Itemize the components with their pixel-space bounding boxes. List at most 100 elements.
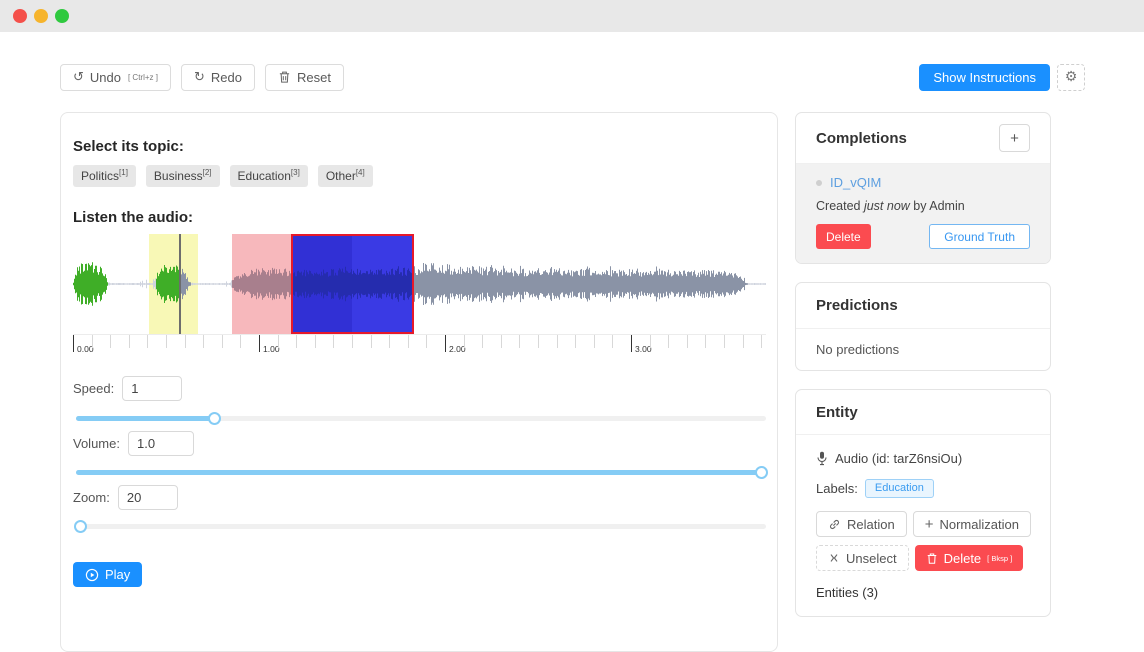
redo-icon: ↻ [194,70,205,85]
predictions-card: Predictions No predictions [795,282,1051,371]
ruler-minor-tick [743,335,744,348]
toolbar: ↺ Undo[ Ctrl+z ] ↻ Redo Reset Show Instr… [60,63,1085,91]
choice-education[interactable]: Education[3] [230,165,308,187]
window-titlebar [0,0,1144,32]
completion-bullet [816,180,822,186]
topic-prompt: Select its topic: [73,138,184,155]
ruler-minor-tick [166,335,167,348]
topic-choices: Politics[1] Business[2] Education[3] Oth… [73,165,373,187]
labels-caption: Labels: [816,481,858,496]
link-icon [828,518,841,531]
speed-slider[interactable] [76,412,766,425]
ruler-minor-tick [426,335,427,348]
ruler-major-tick [445,335,446,352]
completions-title: Completions [816,130,907,147]
annotation-panel: Select its topic: Politics[1] Business[2… [60,112,778,652]
entity-title: Entity [816,404,858,421]
microphone-icon [816,451,828,466]
ground-truth-button[interactable]: Ground Truth [929,224,1030,249]
choice-business[interactable]: Business[2] [146,165,220,187]
play-icon [85,568,99,582]
add-completion-button[interactable]: + [999,124,1030,152]
zoom-label: Zoom: [73,490,110,505]
redo-button[interactable]: ↻ Redo [181,64,255,91]
label-tag-education: Education [865,479,934,498]
completion-item[interactable]: ID_vQIM Created just now by Admin Delete… [796,164,1050,263]
delete-completion-button[interactable]: Delete [816,224,871,249]
completion-id-link[interactable]: ID_vQIM [830,175,881,190]
reset-button[interactable]: Reset [265,64,344,91]
show-instructions-button[interactable]: Show Instructions [919,64,1050,91]
entity-audio-line: Audio (id: tarZ6nsiOu) [835,451,962,466]
ruler-minor-tick [129,335,130,348]
ruler-minor-tick [389,335,390,348]
ruler-minor-tick [612,335,613,348]
ruler-minor-tick [296,335,297,348]
plus-icon: + [925,516,934,533]
ruler-minor-tick [687,335,688,348]
entities-count: Entities (3) [816,585,1030,600]
ruler-minor-tick [482,335,483,348]
ruler-minor-tick [594,335,595,348]
ruler-minor-tick [371,335,372,348]
maximize-window-button[interactable] [55,9,69,23]
audio-waveform[interactable] [73,234,766,334]
undo-shortcut: [ Ctrl+z ] [128,73,158,82]
ruler-minor-tick [408,335,409,348]
zoom-slider-handle[interactable] [74,520,87,533]
zoom-slider[interactable] [76,520,766,533]
undo-label: Undo [90,70,121,85]
volume-slider-handle[interactable] [755,466,768,479]
ruler-minor-tick [222,335,223,348]
relation-button[interactable]: Relation [816,511,907,537]
play-label: Play [105,567,130,582]
delete-entity-button[interactable]: Delete[ Bksp ] [915,545,1024,571]
entity-card: Entity Audio (id: tarZ6nsiOu) Labels: Ed… [795,389,1051,617]
speed-input[interactable] [122,376,182,401]
settings-button[interactable]: ⚙ [1057,64,1085,91]
sidebar: Completions + ID_vQIM Created just now b… [795,112,1051,617]
ruler-minor-tick [147,335,148,348]
ruler-minor-tick [92,335,93,348]
gear-icon: ⚙ [1065,69,1078,85]
trash-icon [926,552,938,565]
speed-slider-handle[interactable] [208,412,221,425]
ruler-minor-tick [557,335,558,348]
trash-icon [278,70,291,84]
playback-cursor[interactable] [179,234,181,334]
ruler-minor-tick [501,335,502,348]
ruler-minor-tick [668,335,669,348]
ruler-minor-tick [464,335,465,348]
ruler-minor-tick [278,335,279,348]
audio-prompt: Listen the audio: [73,209,193,226]
completion-created: Created just now by Admin [816,199,1030,213]
volume-row: Volume: [73,431,194,456]
ruler-major-tick [73,335,74,352]
ruler-major-tick [259,335,260,352]
unselect-button[interactable]: Unselect [816,545,909,571]
volume-slider[interactable] [76,466,766,479]
redo-label: Redo [211,70,242,85]
play-button[interactable]: Play [73,562,142,587]
minimize-window-button[interactable] [34,9,48,23]
ruler-minor-tick [203,335,204,348]
ruler-minor-tick [333,335,334,348]
choice-other[interactable]: Other[4] [318,165,373,187]
ruler-minor-tick [761,335,762,348]
choice-politics[interactable]: Politics[1] [73,165,136,187]
volume-label: Volume: [73,436,120,451]
close-window-button[interactable] [13,9,27,23]
reset-label: Reset [297,70,331,85]
ruler-minor-tick [519,335,520,348]
ruler-major-tick [631,335,632,352]
zoom-input[interactable] [118,485,178,510]
volume-input[interactable] [128,431,194,456]
speed-label: Speed: [73,381,114,396]
ruler-minor-tick [705,335,706,348]
ruler-minor-tick [650,335,651,348]
selected-region-border[interactable] [291,234,414,334]
undo-button[interactable]: ↺ Undo[ Ctrl+z ] [60,64,171,91]
ruler-minor-tick [110,335,111,348]
ruler-minor-tick [185,335,186,348]
normalization-button[interactable]: + Normalization [913,511,1031,537]
